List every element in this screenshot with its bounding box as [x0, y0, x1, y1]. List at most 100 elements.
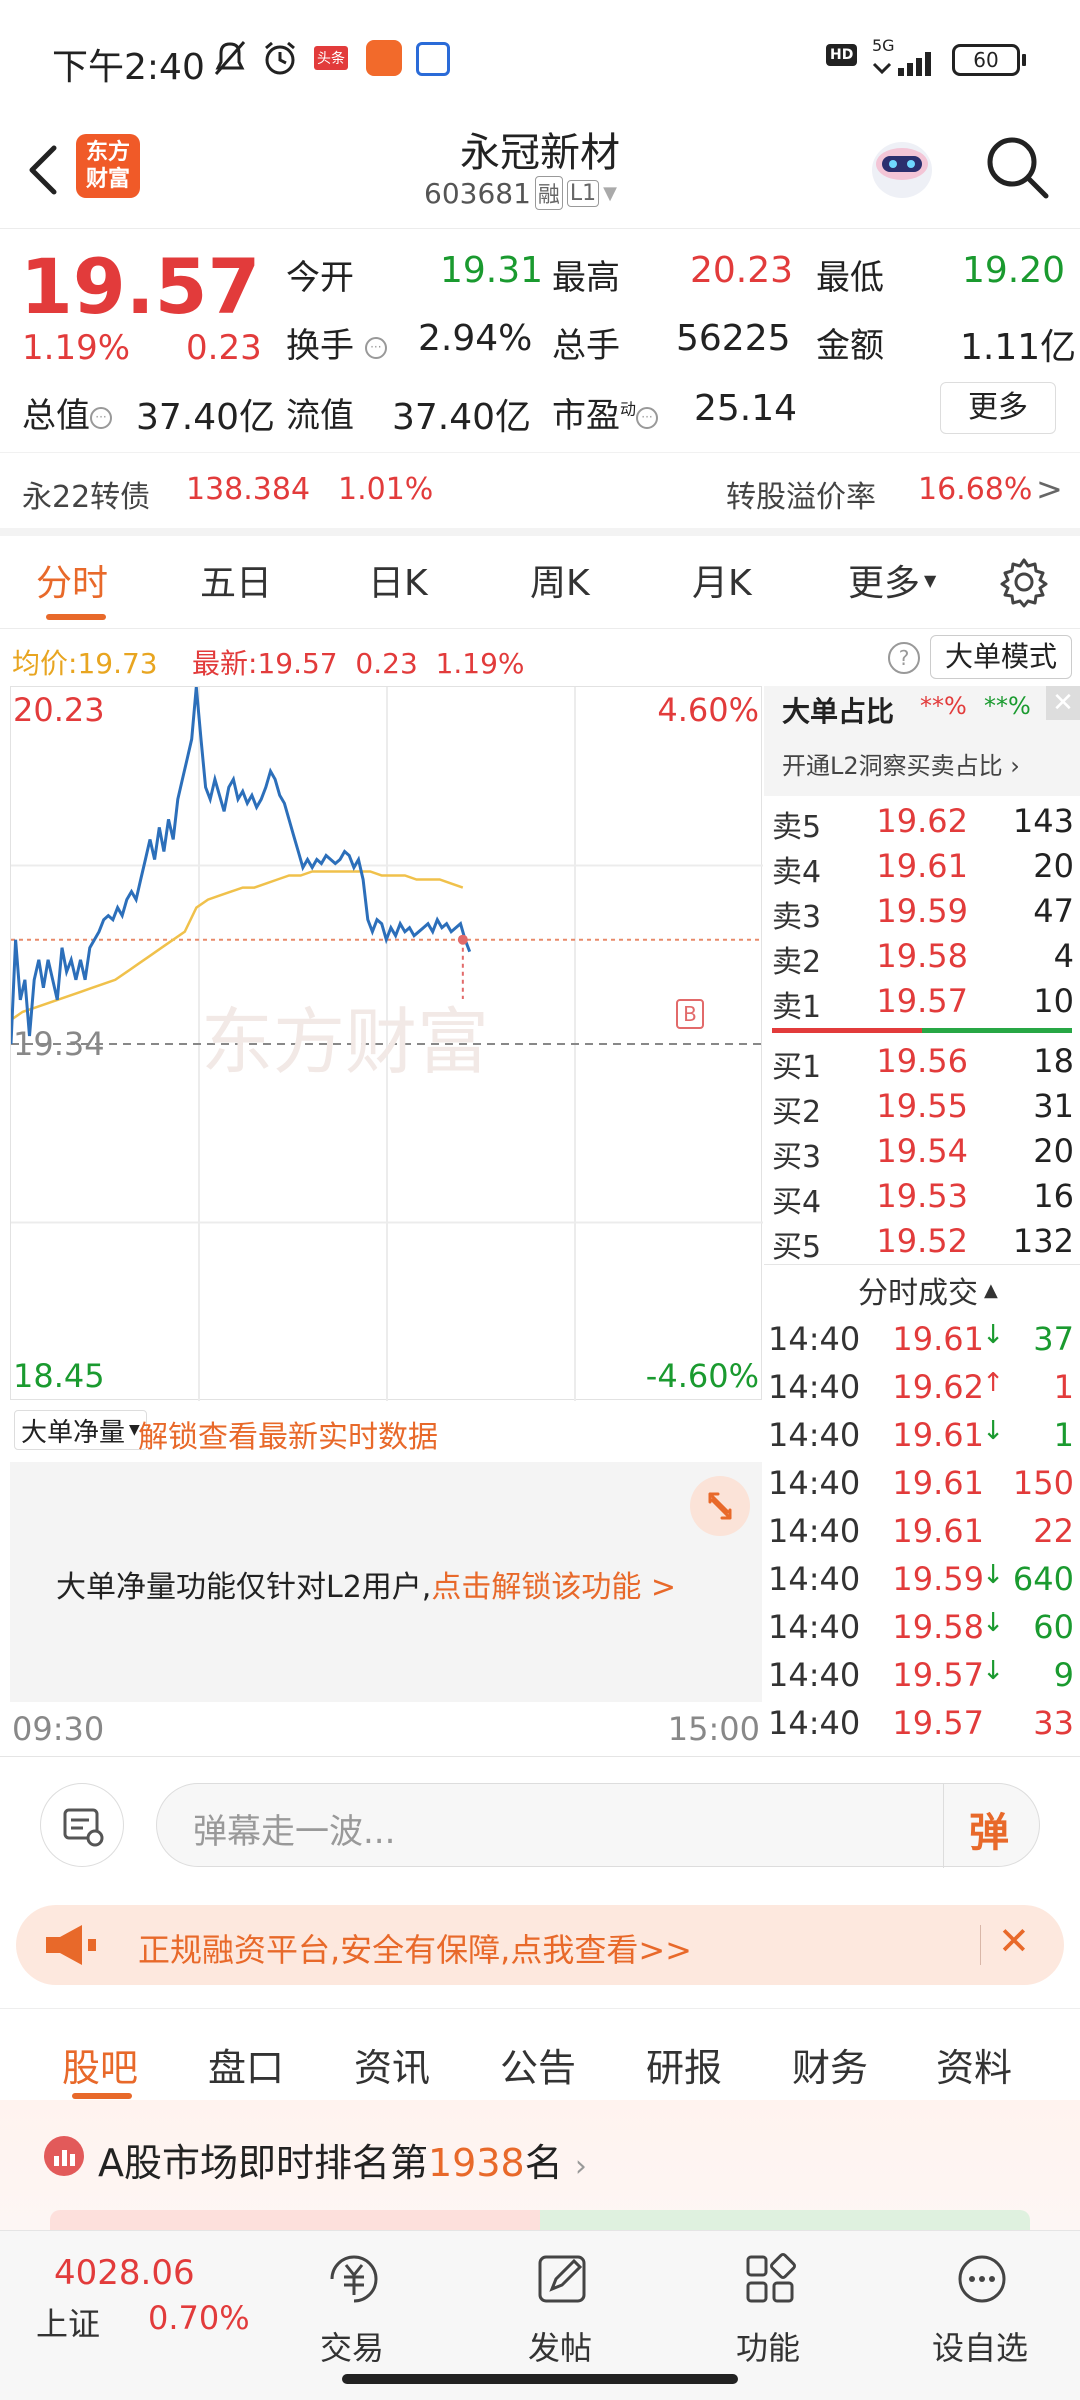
tick-time: 14:40: [768, 1512, 861, 1550]
tab-research[interactable]: 研报: [646, 2037, 722, 2092]
pe-sup: 动: [620, 399, 637, 419]
chevron-right-icon: >: [1036, 470, 1063, 508]
netflow-unlock-link[interactable]: 点击解锁该功能 >: [431, 1570, 676, 1605]
avg-price: 均价:19.73: [12, 647, 158, 680]
tab-guba[interactable]: 股吧: [62, 2037, 138, 2092]
tab-pankou[interactable]: 盘口: [208, 2037, 284, 2092]
tab-news[interactable]: 资讯: [354, 2037, 430, 2092]
ask-row[interactable]: 卖4 19.61 20: [764, 843, 1080, 890]
robot-assistant-icon[interactable]: [862, 128, 942, 208]
tab-weekly-k[interactable]: 周K: [530, 554, 590, 606]
tab-five-day[interactable]: 五日: [200, 554, 272, 606]
netflow-notice: 大单净量功能仅针对L2用户,点击解锁该功能 >: [56, 1562, 676, 1606]
bid-price: 19.52: [876, 1222, 968, 1260]
buy-marker[interactable]: B: [676, 999, 704, 1029]
bid-row[interactable]: 买5 19.52 132: [764, 1218, 1080, 1265]
tab-announcements[interactable]: 公告: [500, 2037, 576, 2092]
convertible-bond-row[interactable]: 永22转债 138.384 1.01% 转股溢价率 16.68% >: [0, 452, 1080, 528]
ask-row[interactable]: 卖1 19.57 10: [764, 978, 1080, 1025]
tick-price: 19.61: [892, 1512, 984, 1550]
ask-row[interactable]: 卖2 19.58 4: [764, 933, 1080, 980]
danmu-send-button[interactable]: 弹: [969, 1800, 1009, 1858]
open-label: 今开: [286, 258, 354, 298]
netflow-dropdown[interactable]: 大单净量 ▼: [14, 1410, 147, 1450]
intraday-chart-svg: 东方财富: [11, 687, 763, 1401]
tick-price: 19.61: [892, 1320, 984, 1358]
more-button[interactable]: 更多: [940, 382, 1056, 434]
unlock-link[interactable]: 解锁查看最新实时数据: [138, 1412, 438, 1456]
block-ratio-title: 大单占比: [782, 695, 895, 728]
pe-label[interactable]: 市盈动 ···: [552, 388, 659, 437]
expand-icon[interactable]: [690, 1476, 750, 1536]
tab-intraday[interactable]: 分时: [36, 554, 108, 606]
back-arrow-icon[interactable]: [22, 142, 62, 198]
close-icon[interactable]: ✕: [1046, 686, 1080, 720]
tick-price: 19.57: [892, 1656, 984, 1694]
eastmoney-logo[interactable]: 东方 财富: [76, 134, 140, 198]
help-icon[interactable]: ?: [888, 642, 920, 674]
amount-value: 1.11亿: [960, 327, 1077, 368]
block-ratio-panel: 大单占比 **% **% ✕ 开通L2洞察买卖占比 ›: [764, 686, 1080, 796]
avg-price-line: [11, 870, 464, 1021]
tick-time: 14:40: [768, 1560, 861, 1598]
danmu-input[interactable]: 弹幕走一波... 弹: [156, 1783, 1040, 1868]
caret-up-icon: ▲: [984, 1279, 998, 1301]
tick-volume: 60: [1033, 1608, 1074, 1646]
close-banner-icon[interactable]: ✕: [998, 1919, 1030, 1963]
intraday-chart[interactable]: 东方财富 20.23 4.60% 19.34 18.45 -4.60% B: [10, 686, 763, 1401]
tick-volume: 1: [1053, 1368, 1074, 1406]
tick-time: 14:40: [768, 1608, 861, 1646]
functions-grid-icon[interactable]: [736, 2245, 804, 2313]
turnover-label[interactable]: 换手 ···: [286, 318, 387, 367]
netflow-dropdown-label: 大单净量: [21, 1417, 126, 1448]
tick-volume: 150: [1012, 1464, 1074, 1502]
nav-functions[interactable]: 功能: [736, 2323, 800, 2369]
stock-code-row[interactable]: 603681 融 L1 ▼: [424, 176, 617, 210]
ask-row[interactable]: 卖3 19.59 47: [764, 888, 1080, 935]
settings-gear-icon[interactable]: [998, 556, 1050, 608]
ticks-title[interactable]: 分时成交 ▲: [858, 1268, 998, 1312]
tick-volume: 33: [1033, 1704, 1074, 1742]
trade-icon[interactable]: [320, 2245, 388, 2313]
time-axis: 09:30 15:00: [10, 1704, 762, 1754]
bid-row[interactable]: 买1 19.56 18: [764, 1038, 1080, 1085]
danmu-settings-icon[interactable]: [40, 1783, 124, 1867]
nav-add-watchlist[interactable]: 设自选: [932, 2323, 1028, 2369]
tick-time: 14:40: [768, 1416, 861, 1454]
bid-row[interactable]: 买4 19.53 16: [764, 1173, 1080, 1220]
tick-price: 19.57: [892, 1704, 984, 1742]
latest-price: 最新:19.57 0.23 1.19%: [192, 647, 525, 680]
tab-monthly-k[interactable]: 月K: [692, 554, 752, 606]
tab-daily-k[interactable]: 日K: [368, 554, 428, 606]
l2-ratio-link[interactable]: 开通L2洞察买卖占比 ›: [782, 746, 1020, 781]
ask-row[interactable]: 卖5 19.62 143: [764, 798, 1080, 845]
tick-row: 14:40 19.61 ↓ 1: [764, 1410, 1080, 1458]
tab-finance[interactable]: 财务: [792, 2037, 868, 2092]
turnover-value: 2.94%: [418, 318, 533, 359]
logo-line1: 东方: [85, 140, 130, 165]
volume-label: 总手: [552, 326, 620, 366]
bid-row[interactable]: 买3 19.54 20: [764, 1128, 1080, 1175]
ranking-card[interactable]: A股市场即时排名第1938名 ›: [0, 2100, 1080, 2230]
post-icon[interactable]: [528, 2245, 596, 2313]
add-watchlist-icon[interactable]: [948, 2245, 1016, 2313]
ask-price: 19.62: [876, 802, 968, 840]
promo-banner[interactable]: 正规融资平台,安全有保障,点我查看>> ✕: [16, 1905, 1064, 1985]
stock-title: 永冠新材: [460, 130, 620, 176]
bond-name: 永22转债: [22, 480, 151, 515]
index-value[interactable]: 4028.06: [54, 2253, 195, 2293]
mktcap-label[interactable]: 总值 ···: [22, 388, 112, 437]
block-order-mode-button[interactable]: 大单模式: [930, 635, 1072, 679]
index-pct: 0.70%: [148, 2299, 250, 2337]
nav-trade[interactable]: 交易: [320, 2323, 384, 2369]
tab-profile[interactable]: 资料: [936, 2037, 1012, 2092]
tab-more[interactable]: 更多 ▼: [848, 554, 936, 606]
content-tab-indicator: [72, 2093, 132, 2099]
search-icon[interactable]: [982, 132, 1054, 204]
chevron-down-icon: ▼: [603, 182, 618, 204]
bid-price: 19.54: [876, 1132, 968, 1170]
home-indicator[interactable]: [342, 2374, 738, 2384]
bid-row[interactable]: 买2 19.55 31: [764, 1083, 1080, 1130]
nav-post[interactable]: 发帖: [528, 2323, 592, 2369]
bid-price: 19.56: [876, 1042, 968, 1080]
